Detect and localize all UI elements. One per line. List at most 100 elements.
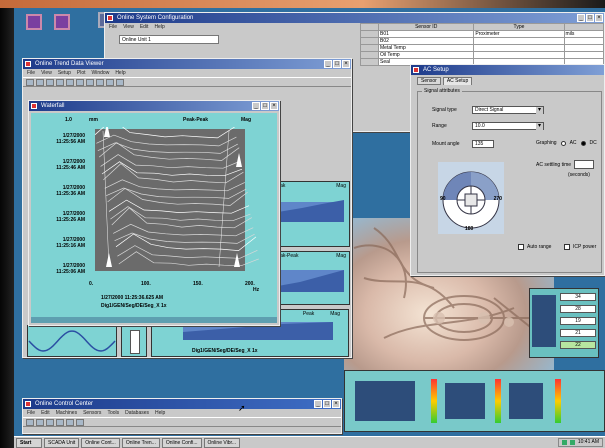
toolbar-icon[interactable] <box>66 79 74 86</box>
close-button[interactable]: × <box>270 102 278 110</box>
toolbar-icon[interactable] <box>36 79 44 86</box>
cell[interactable]: B02 <box>377 37 475 45</box>
col-sensor-id[interactable]: Sensor ID <box>377 23 475 31</box>
toolbar-icon[interactable] <box>36 419 44 426</box>
radio-ac-label: AC <box>569 140 577 146</box>
minimize-button[interactable]: _ <box>324 60 332 68</box>
desktop: Online System Configuration _ □ × File Vie… <box>14 8 605 448</box>
panel-value: Mag <box>330 311 340 317</box>
toolbar-icon[interactable] <box>56 419 64 426</box>
toolbar-icon[interactable] <box>46 79 54 86</box>
breadcrumb[interactable]: Online Unit 1 <box>119 35 219 44</box>
toolbar-icon[interactable] <box>26 419 34 426</box>
dial-label-90: 90 <box>440 196 446 202</box>
minimize-button[interactable]: _ <box>314 400 322 408</box>
cell[interactable]: Proximeter <box>473 30 565 38</box>
taskbar-item[interactable]: Online Vibr... <box>203 438 241 448</box>
icp-power-checkbox[interactable] <box>564 244 570 250</box>
scrollbar[interactable] <box>31 317 277 323</box>
menu-file[interactable]: File <box>27 409 35 417</box>
cell[interactable]: Metal Temp <box>377 44 475 52</box>
maximize-button[interactable]: □ <box>323 400 331 408</box>
mini-plot <box>278 270 344 292</box>
desktop-app-icon[interactable] <box>54 14 70 30</box>
cell[interactable] <box>473 51 565 59</box>
toolbar-icon[interactable] <box>76 79 84 86</box>
toolbar-icon[interactable] <box>26 79 34 86</box>
toolbar-icon[interactable] <box>76 419 84 426</box>
taskbar-item[interactable]: SCADA Unit <box>44 438 80 448</box>
toolbar-icon[interactable] <box>56 79 64 86</box>
menu-help[interactable]: Help <box>154 23 164 31</box>
menu-help[interactable]: Help <box>115 69 125 77</box>
toolbar-icon[interactable] <box>66 419 74 426</box>
taskbar-item[interactable]: Online Cont... <box>81 438 120 448</box>
toolbar-icon[interactable] <box>106 79 114 86</box>
system-config-titlebar: Online System Configuration _ □ × <box>105 13 604 23</box>
cell[interactable] <box>563 44 605 52</box>
waterfall-chart[interactable] <box>89 127 269 279</box>
menu-sensors[interactable]: Sensors <box>83 409 101 417</box>
mount-angle-input[interactable]: 135 <box>472 140 494 148</box>
auto-range-checkbox[interactable] <box>518 244 524 250</box>
tray-icon[interactable] <box>569 440 575 445</box>
menu-machines[interactable]: Machines <box>56 409 77 417</box>
close-button[interactable]: × <box>332 400 340 408</box>
toolbar-icon[interactable] <box>46 419 54 426</box>
menu-tools[interactable]: Tools <box>107 409 119 417</box>
close-button[interactable]: × <box>595 14 603 22</box>
toolbar-icon[interactable] <box>96 79 104 86</box>
cell[interactable] <box>563 51 605 59</box>
panel-value: Mag <box>336 253 346 259</box>
cell[interactable] <box>473 37 565 45</box>
menu-edit[interactable]: Edit <box>140 23 149 31</box>
taskbar-item[interactable]: Online Tren... <box>121 438 160 448</box>
dial-label-270: 270 <box>493 196 502 202</box>
close-button[interactable]: × <box>342 60 350 68</box>
tab-sensor[interactable]: Sensor <box>417 77 441 85</box>
menu-help[interactable]: Help <box>155 409 165 417</box>
icp-power-row: ICP power <box>564 244 596 250</box>
tray-icon[interactable] <box>561 440 567 445</box>
cell[interactable]: B01 <box>377 30 475 38</box>
cell[interactable]: mils <box>563 30 605 38</box>
control-center-titlebar: Online Control Center _ □ × <box>23 399 341 409</box>
x-tick-label: 0. <box>89 281 94 287</box>
table-row: Oil Temp <box>360 51 605 59</box>
tab-ac-setup[interactable]: AC Setup <box>442 77 473 85</box>
menu-view[interactable]: View <box>123 23 134 31</box>
cell[interactable]: Oil Temp <box>377 51 475 59</box>
cell[interactable] <box>473 44 565 52</box>
menu-window[interactable]: Window <box>92 69 110 77</box>
minimize-button[interactable]: _ <box>577 14 585 22</box>
menu-file[interactable]: File <box>109 23 117 31</box>
range-label: Range <box>432 123 447 129</box>
radio-dc[interactable] <box>580 140 586 146</box>
maximize-button[interactable]: □ <box>261 102 269 110</box>
desktop-app-icon[interactable] <box>26 14 42 30</box>
toolbar-icon[interactable] <box>116 79 124 86</box>
maximize-button[interactable]: □ <box>333 60 341 68</box>
col-type[interactable]: Type <box>473 23 565 31</box>
signal-attributes-group: Signal attributes Signal type Direct Sig… <box>417 88 602 273</box>
taskbar-item[interactable]: Online Confi... <box>161 438 202 448</box>
cell[interactable] <box>563 37 605 45</box>
maximize-button[interactable]: □ <box>586 14 594 22</box>
app-icon <box>413 67 419 73</box>
toolbar-icon[interactable] <box>86 79 94 86</box>
mount-angle-dial[interactable]: 90 270 180 <box>438 162 504 234</box>
settling-time-input[interactable] <box>574 160 594 169</box>
value-box: 34 <box>560 293 596 301</box>
radio-ac[interactable] <box>560 140 566 146</box>
start-button[interactable]: Start <box>16 438 42 448</box>
menu-setup[interactable]: Setup <box>58 69 71 77</box>
menu-plot[interactable]: Plot <box>77 69 86 77</box>
measure-label: Peak-Peak <box>183 117 209 123</box>
menu-file[interactable]: File <box>27 69 35 77</box>
signal-type-select[interactable]: Direct Signal <box>472 106 544 114</box>
menu-databases[interactable]: Databases <box>125 409 149 417</box>
menu-view[interactable]: View <box>41 69 52 77</box>
range-select[interactable]: 10.0 <box>472 122 544 130</box>
menu-edit[interactable]: Edit <box>41 409 50 417</box>
minimize-button[interactable]: _ <box>252 102 260 110</box>
